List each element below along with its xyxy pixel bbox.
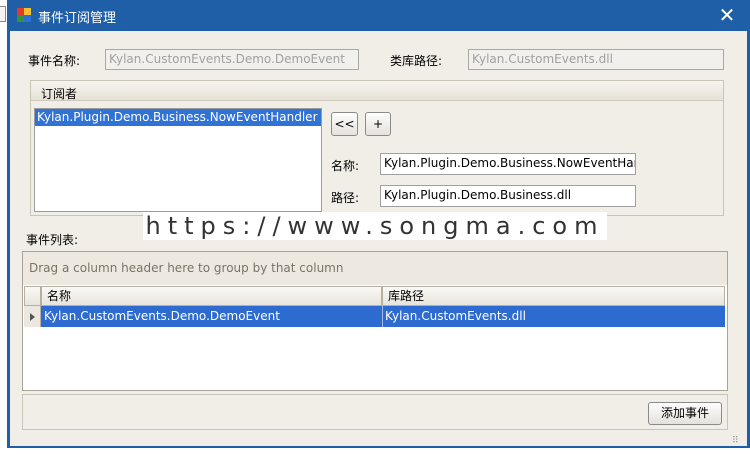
remove-subscriber-button[interactable]: <<	[331, 112, 358, 136]
event-name-label: 事件名称:	[28, 54, 81, 68]
column-header-lib[interactable]: 库路径	[382, 286, 725, 306]
subscriber-name-field[interactable]: Kylan.Plugin.Demo.Business.NowEventHandl…	[380, 153, 636, 175]
event-name-field[interactable]: Kylan.CustomEvents.Demo.DemoEvent	[105, 49, 359, 70]
row-arrow-icon	[30, 313, 35, 321]
cell-event-lib[interactable]: Kylan.CustomEvents.dll	[385, 308, 526, 325]
subscriber-path-field[interactable]: Kylan.Plugin.Demo.Business.dll	[380, 185, 636, 207]
cell-divider	[382, 306, 383, 327]
cell-event-name[interactable]: Kylan.CustomEvents.Demo.DemoEvent	[44, 308, 280, 325]
close-button[interactable]: ✕	[710, 3, 744, 27]
desktop-strip	[0, 0, 7, 454]
close-icon: ✕	[718, 3, 736, 27]
subscribers-group-title: 订阅者	[41, 87, 78, 101]
lib-path-label: 类库路径:	[390, 54, 443, 68]
add-subscriber-button[interactable]: +	[365, 112, 391, 136]
lib-path-field[interactable]: Kylan.CustomEvents.dll	[468, 49, 724, 70]
subscriber-list-item[interactable]: Kylan.Plugin.Demo.Business.NowEventHandl…	[35, 109, 321, 126]
subscriber-path-label: 路径:	[331, 191, 360, 205]
title-bar[interactable]	[7, 0, 750, 31]
window-title: 事件订阅管理	[38, 11, 117, 26]
footer-panel	[22, 394, 728, 430]
row-indicator-header	[24, 286, 41, 306]
subscribers-group-header	[31, 81, 723, 101]
group-by-panel[interactable]: Drag a column header here to group by th…	[23, 252, 727, 285]
app-icon	[17, 8, 31, 22]
size-grip-icon[interactable]: ⠿	[732, 436, 744, 446]
column-header-name[interactable]: 名称	[41, 286, 382, 306]
desktop-window-fragment	[0, 6, 6, 22]
subscriber-name-label: 名称:	[331, 159, 360, 173]
add-event-button[interactable]: 添加事件	[648, 402, 722, 425]
watermark-text: https://www.songma.com	[143, 212, 607, 240]
event-list-label: 事件列表:	[26, 233, 79, 247]
